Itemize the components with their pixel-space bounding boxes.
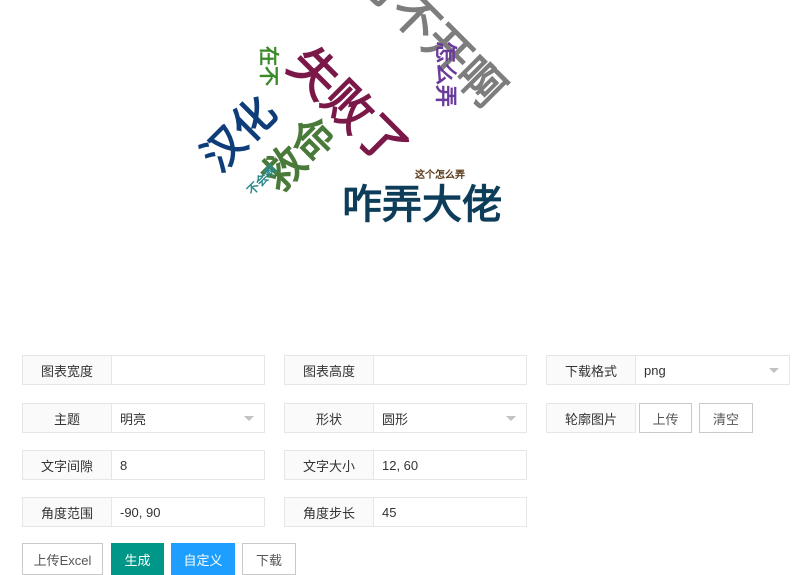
word-cloud-canvas: 打不开啊 失败了 汉化 救命 咋弄大佬 怎么弄 在不 不会啊 这个怎么弄 xyxy=(192,0,516,228)
chevron-down-icon xyxy=(506,416,516,421)
angle-range-field: 角度范围 xyxy=(22,497,265,527)
chart-width-input[interactable] xyxy=(112,356,264,384)
cloud-word: 这个怎么弄 xyxy=(415,168,465,181)
angle-step-field: 角度步长 xyxy=(284,497,527,527)
theme-field: 主题 明亮 xyxy=(22,403,265,433)
theme-label: 主题 xyxy=(23,404,112,432)
angle-step-input[interactable] xyxy=(374,498,526,526)
theme-value: 明亮 xyxy=(120,411,147,427)
shape-value: 圆形 xyxy=(382,411,409,427)
text-gap-input[interactable] xyxy=(112,451,264,479)
download-format-value: png xyxy=(644,362,666,378)
outline-image-label: 轮廓图片 xyxy=(547,404,635,432)
text-size-input[interactable] xyxy=(374,451,526,479)
outline-image-field: 轮廓图片 xyxy=(546,403,636,433)
text-size-field: 文字大小 xyxy=(284,450,527,480)
angle-range-input[interactable] xyxy=(112,498,264,526)
outline-upload-button[interactable]: 上传 xyxy=(639,403,692,433)
chevron-down-icon xyxy=(244,416,254,421)
theme-select[interactable]: 明亮 xyxy=(112,404,264,432)
download-button[interactable]: 下载 xyxy=(242,543,296,575)
chart-width-label: 图表宽度 xyxy=(23,356,112,384)
download-format-select[interactable]: png xyxy=(636,356,789,384)
custom-button[interactable]: 自定义 xyxy=(171,543,235,575)
chart-height-label: 图表高度 xyxy=(285,356,374,384)
text-size-label: 文字大小 xyxy=(285,451,374,479)
angle-step-label: 角度步长 xyxy=(285,498,374,526)
shape-field: 形状 圆形 xyxy=(284,403,527,433)
chart-height-field: 图表高度 xyxy=(284,355,527,385)
cloud-word: 咋弄大佬 xyxy=(342,182,502,228)
cloud-word: 在不 xyxy=(257,46,281,86)
angle-range-label: 角度范围 xyxy=(23,498,112,526)
chevron-down-icon xyxy=(769,368,779,373)
download-format-field: 下载格式 png xyxy=(546,355,790,385)
chart-width-field: 图表宽度 xyxy=(22,355,265,385)
word-cloud: 打不开啊 失败了 汉化 救命 咋弄大佬 怎么弄 在不 不会啊 这个怎么弄 xyxy=(0,0,800,320)
text-gap-field: 文字间隙 xyxy=(22,450,265,480)
text-gap-label: 文字间隙 xyxy=(23,451,112,479)
shape-label: 形状 xyxy=(285,404,374,432)
download-format-label: 下载格式 xyxy=(547,356,636,384)
shape-select[interactable]: 圆形 xyxy=(374,404,526,432)
outline-clear-button[interactable]: 清空 xyxy=(699,403,753,433)
upload-excel-button[interactable]: 上传Excel xyxy=(22,543,103,575)
cloud-word: 怎么弄 xyxy=(432,41,458,107)
generate-button[interactable]: 生成 xyxy=(111,543,164,575)
chart-height-input[interactable] xyxy=(374,356,526,384)
